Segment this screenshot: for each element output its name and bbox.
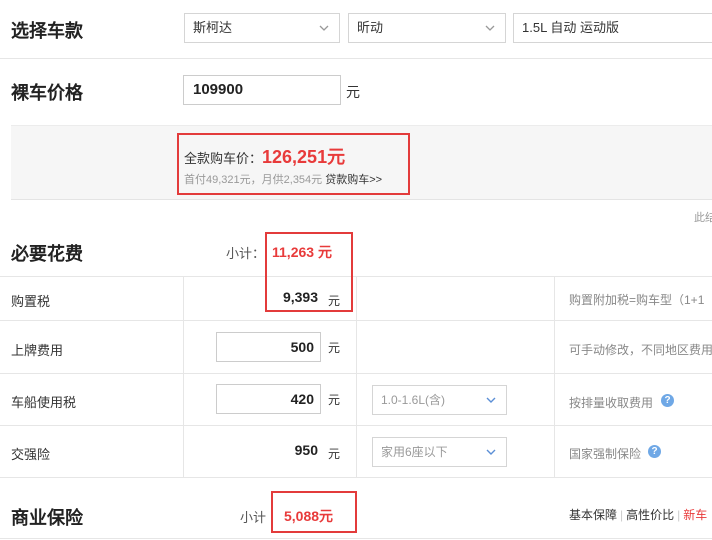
row-label-purchase-tax: 购置税 [11,294,51,309]
compulsory-insurance-note: 国家强制保险 [569,447,642,461]
vehicle-tax-input[interactable]: 420 [216,384,321,414]
vehicle-tax-note: 按排量收取费用 [569,396,654,410]
bare-price-input[interactable]: 109900 [183,75,341,105]
row-label-vehicle-tax: 车船使用税 [11,395,77,410]
column-divider [554,276,555,477]
chevron-down-icon [486,449,496,455]
help-icon[interactable]: ? [648,445,661,458]
plan-value[interactable]: 高性价比 [626,508,674,522]
chevron-down-icon [485,25,495,31]
trim-select-value: 1.5L 自动 运动版 [522,20,620,35]
commercial-subtotal-label: 小计 [240,510,267,525]
highlight-box-commercial [271,491,357,533]
right-edge-text: 此结 [694,212,712,224]
brand-select-value: 斯柯达 [193,20,233,35]
bare-price-value: 109900 [193,81,244,98]
plan-separator: | [677,508,681,522]
purchase-tax-note: 购置附加税=购车型（1+1 [569,293,705,307]
column-divider [183,276,184,477]
registration-fee-value: 500 [290,339,314,355]
compulsory-insurance-unit: 元 [328,447,341,461]
brand-select[interactable]: 斯柯达 [184,13,340,43]
bare-price-unit: 元 [346,84,360,100]
help-icon[interactable]: ? [661,394,674,407]
compulsory-insurance-value: 950 [294,442,318,458]
bare-price-title: 裸车价格 [11,83,83,103]
seats-select[interactable]: 家用6座以下 [372,437,507,467]
required-fees-title: 必要花费 [11,244,83,264]
select-car-title: 选择车款 [11,21,83,41]
vehicle-tax-value: 420 [290,391,314,407]
divider [0,58,712,59]
commercial-insurance-title: 商业保险 [11,508,83,528]
required-subtotal-label: 小计： [226,246,266,261]
chevron-down-icon [486,397,496,403]
row-label-registration-fee: 上牌费用 [11,343,64,358]
registration-fee-input[interactable]: 500 [216,332,321,362]
model-select-value: 昕动 [357,20,384,35]
plan-basic[interactable]: 基本保障 [569,508,617,522]
divider [0,477,712,478]
registration-fee-unit: 元 [328,341,341,355]
highlight-box-full-price [177,133,410,195]
highlight-box-required-fees [265,232,353,312]
displacement-select[interactable]: 1.0-1.6L(含) [372,385,507,415]
insurance-plan-tabs: 基本保障 | 高性价比 | 新车 [569,506,707,523]
row-label-compulsory-insurance: 交强险 [11,447,51,462]
displacement-select-value: 1.0-1.6L(含) [381,393,446,407]
column-divider [356,276,357,477]
seats-select-value: 家用6座以下 [381,445,448,459]
model-select[interactable]: 昕动 [348,13,506,43]
plan-new-car[interactable]: 新车 [683,508,707,522]
chevron-down-icon [319,25,329,31]
divider [0,538,712,539]
trim-select[interactable]: 1.5L 自动 运动版 [513,13,712,43]
vehicle-tax-unit: 元 [328,393,341,407]
registration-fee-note: 可手动修改，不同地区费用 [569,343,712,357]
plan-separator: | [620,508,624,522]
